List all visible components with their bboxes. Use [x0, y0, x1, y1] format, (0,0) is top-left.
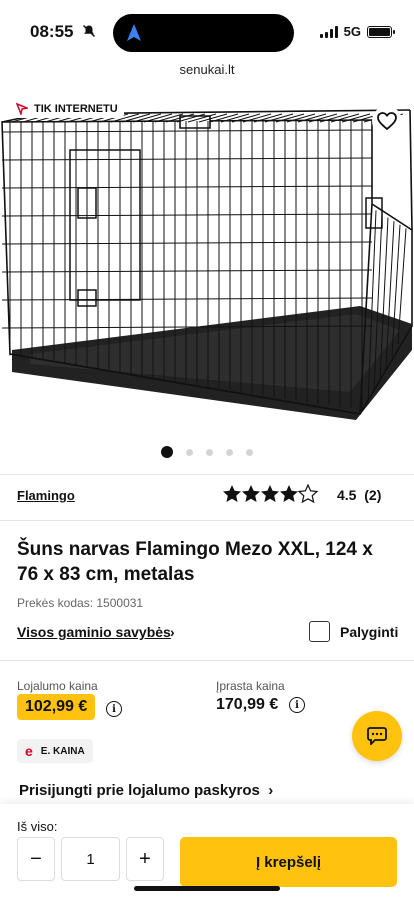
add-to-cart-bar: Iš viso: − 1 + Į krepšelį	[0, 804, 414, 900]
quantity-value[interactable]: 1	[61, 837, 120, 881]
loyalty-login-link[interactable]: Prisijungti prie lojalumo paskyros ›	[19, 782, 273, 799]
review-count: (2)	[364, 487, 382, 503]
product-image-carousel[interactable]: TIK INTERNETU	[0, 92, 414, 472]
bell-muted-icon	[82, 24, 96, 41]
e-price-icon: e	[25, 743, 33, 759]
regular-price-label: Įprasta kaina	[216, 679, 285, 693]
dog-cage-image	[1, 109, 413, 420]
divider	[0, 474, 414, 475]
carousel-dot[interactable]	[246, 448, 253, 456]
chat-icon	[367, 727, 387, 745]
rating-number: 4.5	[337, 487, 357, 503]
online-only-badge: TIK INTERNETU	[10, 100, 124, 118]
divider	[0, 520, 414, 521]
increase-quantity-button[interactable]: +	[126, 837, 164, 881]
all-properties-link[interactable]: Visos gaminio savybės	[17, 624, 171, 640]
add-to-cart-button[interactable]: Į krepšelį	[180, 837, 397, 887]
battery-icon	[367, 25, 395, 38]
carousel-dot[interactable]	[161, 446, 173, 458]
favorite-button[interactable]	[372, 106, 402, 136]
brand-rating-row: Flamingo 4.5 (2)	[17, 483, 397, 506]
chevron-right-icon: ›	[170, 624, 175, 640]
loyalty-price-label: Lojalumo kaina	[17, 679, 98, 693]
compare-label: Palyginti	[340, 623, 399, 640]
decrease-quantity-button[interactable]: −	[17, 837, 55, 881]
navigation-arrow-icon	[127, 24, 141, 41]
product-title: Šuns narvas Flamingo Mezo XXL, 124 x 76 …	[17, 539, 373, 585]
e-price-badge: e E. KAINA	[17, 739, 93, 763]
info-icon[interactable]: i	[106, 701, 122, 717]
carousel-dot[interactable]	[206, 448, 213, 456]
rating-stars	[223, 483, 319, 510]
status-indicators: 5G	[319, 24, 395, 39]
status-bar: 08:55 5G	[0, 0, 414, 62]
loyalty-price: 102,99 €	[17, 694, 96, 720]
brand-link[interactable]: Flamingo	[17, 488, 75, 503]
quantity-stepper: − 1 +	[17, 837, 164, 881]
total-label: Iš viso:	[17, 819, 58, 834]
product-code: Prekės kodas: 1500031	[17, 596, 144, 610]
badge-label: TIK INTERNETU	[34, 103, 118, 115]
divider	[0, 660, 414, 661]
chevron-right-icon: ›	[264, 782, 274, 799]
regular-price: 170,99 €	[216, 696, 279, 713]
url-bar[interactable]: senukai.lt	[0, 62, 414, 84]
heart-icon	[377, 112, 397, 130]
carousel-dot[interactable]	[186, 448, 193, 456]
home-indicator	[134, 886, 280, 891]
compare-toggle[interactable]: Palyginti	[309, 621, 398, 642]
dynamic-island	[113, 14, 294, 52]
signal-icon	[319, 25, 338, 38]
rating-value[interactable]: 4.5 (2)	[337, 487, 381, 503]
info-icon[interactable]: i	[289, 697, 305, 713]
loyalty-login-label: Prisijungti prie lojalumo paskyros	[19, 782, 260, 799]
network-label: 5G	[343, 24, 361, 39]
carousel-dots[interactable]	[0, 446, 414, 458]
chat-button[interactable]	[352, 711, 402, 761]
cursor-icon	[16, 103, 28, 115]
carousel-dot[interactable]	[226, 448, 233, 456]
e-price-label: E. KAINA	[40, 745, 85, 757]
compare-checkbox[interactable]	[309, 621, 330, 642]
status-time: 08:55	[30, 22, 74, 41]
